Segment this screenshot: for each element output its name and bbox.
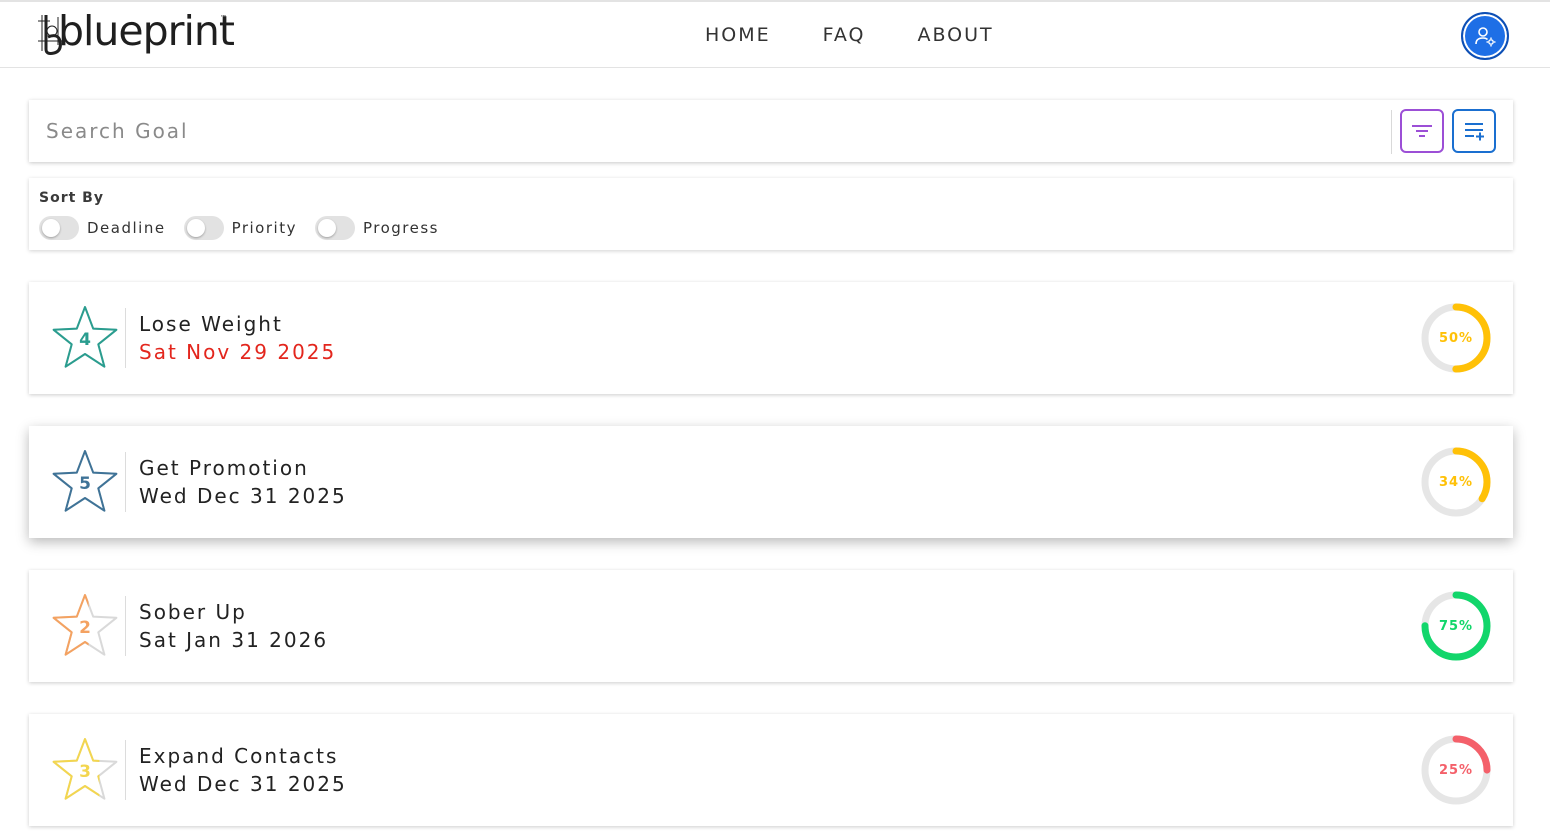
blueprint-logo-mark-icon [38,15,62,55]
sort-panel: Sort By Deadline Priority Progress [29,178,1513,250]
priority-value: 4 [79,330,91,350]
user-settings-icon [1475,27,1496,47]
goal-divider [125,452,126,512]
goal-deadline: Sat Jan 31 2026 [139,628,329,652]
progress-label: 50% [1438,330,1474,346]
sort-priority-toggle[interactable] [183,216,224,240]
search-divider [1391,110,1392,154]
sort-priority-label: Priority [231,219,297,237]
goal-card[interactable]: 5 Get Promotion Wed Dec 31 2025 34% [29,426,1513,538]
sort-deadline-toggle[interactable] [39,216,79,240]
add-goal-button[interactable] [1452,109,1496,153]
filter-icon [1412,125,1432,137]
nav-faq-link[interactable]: FAQ [823,24,866,46]
search-goal-input[interactable] [29,100,1391,162]
goal-divider [125,308,126,368]
priority-value: 2 [79,618,91,638]
filter-button[interactable] [1400,109,1444,153]
main-nav: HOME FAQ ABOUT [705,24,1046,46]
nav-about-link[interactable]: ABOUT [917,24,993,46]
progress-label: 34% [1438,474,1474,490]
goal-title: Lose Weight [139,312,283,336]
progress-label: 75% [1438,618,1474,634]
goal-divider [125,740,126,800]
goal-title: Expand Contacts [139,744,339,768]
blueprint-logo[interactable]: blueprint ™ [36,7,235,60]
account-settings-button[interactable] [1461,12,1509,60]
search-bar [29,100,1513,162]
priority-value: 5 [79,474,91,494]
progress-label: 25% [1438,762,1474,778]
trademark-symbol: ™ [220,14,227,22]
goal-title: Sober Up [139,600,247,624]
goal-divider [125,596,126,656]
sort-progress-toggle[interactable] [314,216,355,240]
sort-title: Sort By [39,190,104,206]
goal-deadline: Sat Nov 29 2025 [139,340,337,364]
priority-value: 3 [79,762,91,782]
goal-deadline: Wed Dec 31 2025 [139,484,347,508]
goal-card[interactable]: 2 Sober Up Sat Jan 31 2026 75% [29,570,1513,682]
goal-card[interactable]: 3 Expand Contacts Wed Dec 31 2025 25% [29,714,1513,826]
add-list-icon [1465,123,1484,141]
sort-progress-label: Progress [362,219,439,237]
goal-deadline: Wed Dec 31 2025 [139,772,347,796]
sort-options: Deadline Priority Progress [39,216,457,240]
goal-card[interactable]: 4 Lose Weight Sat Nov 29 2025 50% [29,282,1513,394]
top-navbar: blueprint ™ HOME FAQ ABOUT [0,0,1550,68]
sort-deadline-label: Deadline [87,219,166,237]
goal-title: Get Promotion [139,456,309,480]
nav-home-link[interactable]: HOME [705,24,771,46]
logo-text: blueprint [58,7,235,55]
